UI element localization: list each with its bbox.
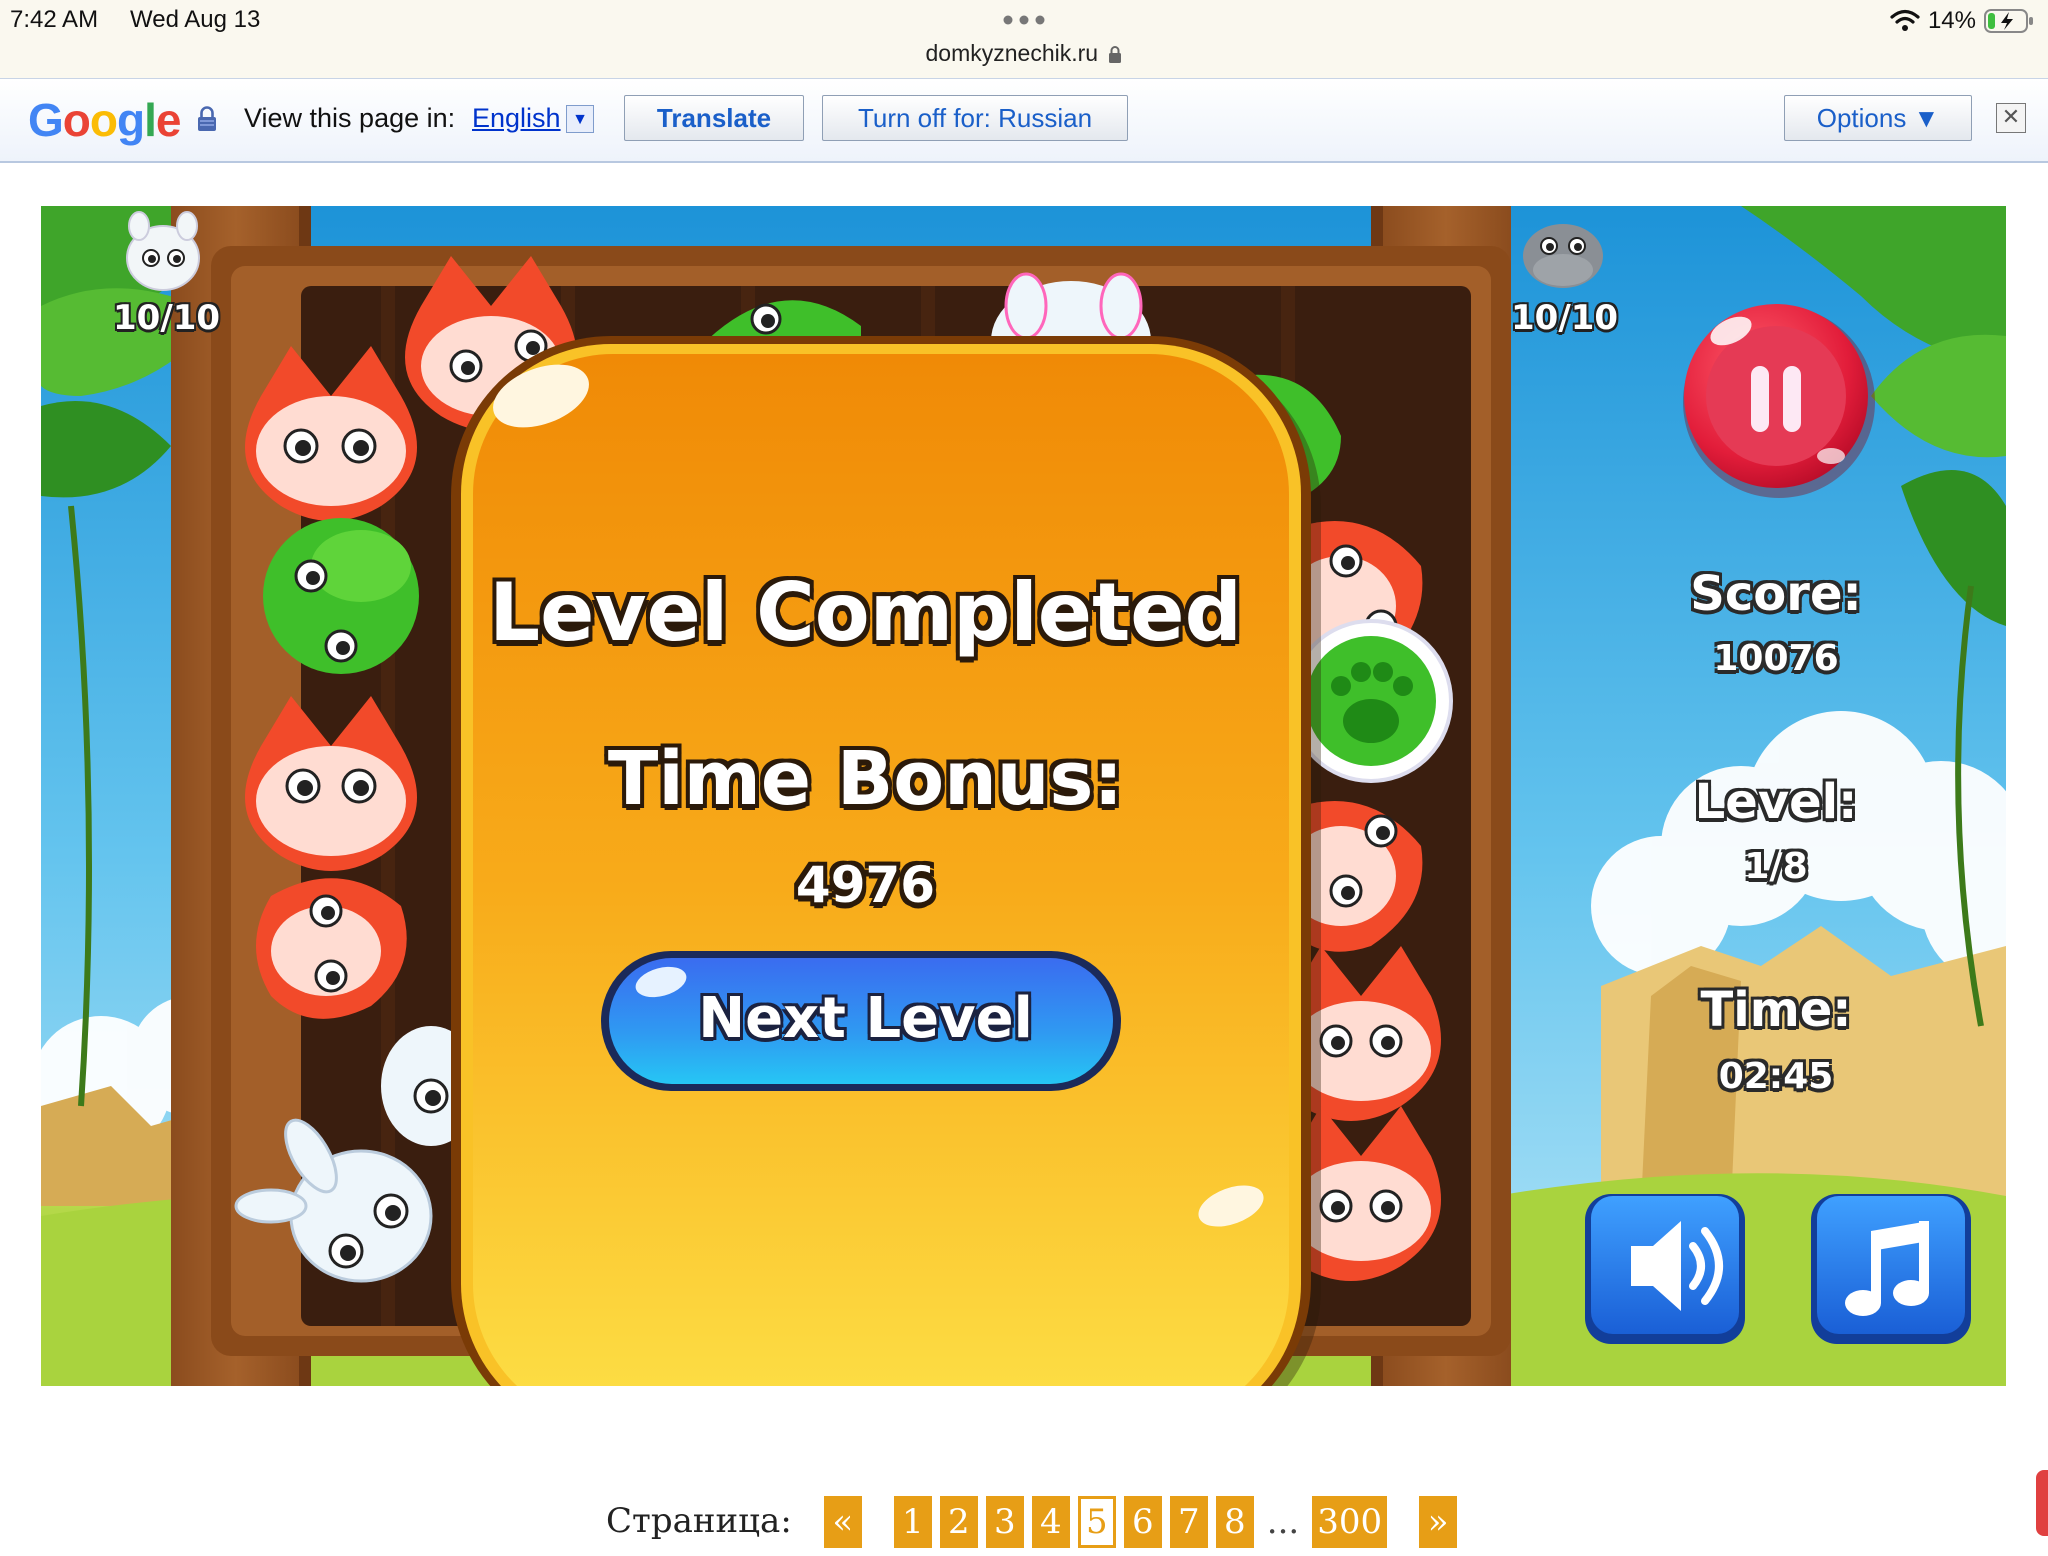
- time-bonus-label: Time Bonus:: [607, 736, 1124, 822]
- wifi-icon: [1890, 9, 1920, 31]
- game-canvas[interactable]: 10/10 10/10 Score: 10076 Level: 1/8 Time…: [41, 206, 2006, 1386]
- language-dropdown-icon[interactable]: ▼: [566, 105, 594, 133]
- translate-bar: Google View this page in: English ▼ Tran…: [0, 78, 2048, 163]
- battery-percent: 14%: [1927, 7, 1976, 34]
- page-link-300[interactable]: 300: [1312, 1496, 1388, 1548]
- page-link-8[interactable]: 8: [1215, 1496, 1254, 1548]
- status-date: Wed Aug 13: [130, 6, 261, 33]
- translate-prompt: View this page in:: [244, 103, 456, 133]
- options-button[interactable]: Options ▼: [1784, 95, 1972, 141]
- prev-page-link[interactable]: «: [823, 1496, 862, 1548]
- turn-off-translate-button[interactable]: Turn off for: Russian: [822, 95, 1128, 141]
- page-link-1[interactable]: 1: [893, 1496, 932, 1548]
- left-counter: 10/10: [113, 298, 221, 338]
- lock-icon: [1109, 46, 1122, 63]
- address-bar[interactable]: domkyznechik.ru: [0, 40, 2048, 67]
- right-counter: 10/10: [1511, 298, 1619, 338]
- page-link-2[interactable]: 2: [939, 1496, 978, 1548]
- level-completed-title: Level Completed: [489, 566, 1242, 659]
- language-link[interactable]: English: [472, 103, 561, 134]
- time-value: 02:45: [1718, 1056, 1834, 1097]
- hippo-counter-icon: [1523, 224, 1603, 288]
- pagination: Страница: « 1 2 3 4 5 6 7 8 ... 300 »: [606, 1496, 1458, 1556]
- pagination-label: Страница:: [606, 1501, 792, 1541]
- google-logo: Google: [28, 94, 181, 146]
- time-label: Time:: [1700, 982, 1852, 1038]
- more-dots-icon[interactable]: [1000, 10, 1048, 30]
- lock-icon: [198, 106, 216, 131]
- music-button[interactable]: [1817, 1196, 1965, 1334]
- pause-button[interactable]: [1684, 304, 1868, 488]
- page-link-7[interactable]: 7: [1169, 1496, 1208, 1548]
- sound-button[interactable]: [1591, 1196, 1739, 1334]
- page-link-5-current: 5: [1077, 1496, 1116, 1548]
- status-indicators: 14%: [1890, 6, 2034, 36]
- page-link-4[interactable]: 4: [1031, 1496, 1070, 1548]
- next-page-link[interactable]: »: [1419, 1496, 1458, 1548]
- time-bonus-value: 4976: [795, 856, 936, 914]
- battery-charging-icon: [1984, 9, 2033, 33]
- close-icon[interactable]: ✕: [1996, 103, 2026, 133]
- pagination-ellipsis: ...: [1266, 1502, 1300, 1542]
- translate-button[interactable]: Translate: [624, 95, 804, 141]
- page-link-6[interactable]: 6: [1123, 1496, 1162, 1548]
- status-time: 7:42 AM: [10, 6, 99, 33]
- url-text: domkyznechik.ru: [925, 40, 1099, 66]
- next-level-button[interactable]: [609, 958, 1113, 1084]
- status-bar: 7:42 AM Wed Aug 13 domkyznechik.ru 14%: [0, 0, 2048, 78]
- page-link-3[interactable]: 3: [985, 1496, 1024, 1548]
- side-tab[interactable]: [2036, 1470, 2048, 1536]
